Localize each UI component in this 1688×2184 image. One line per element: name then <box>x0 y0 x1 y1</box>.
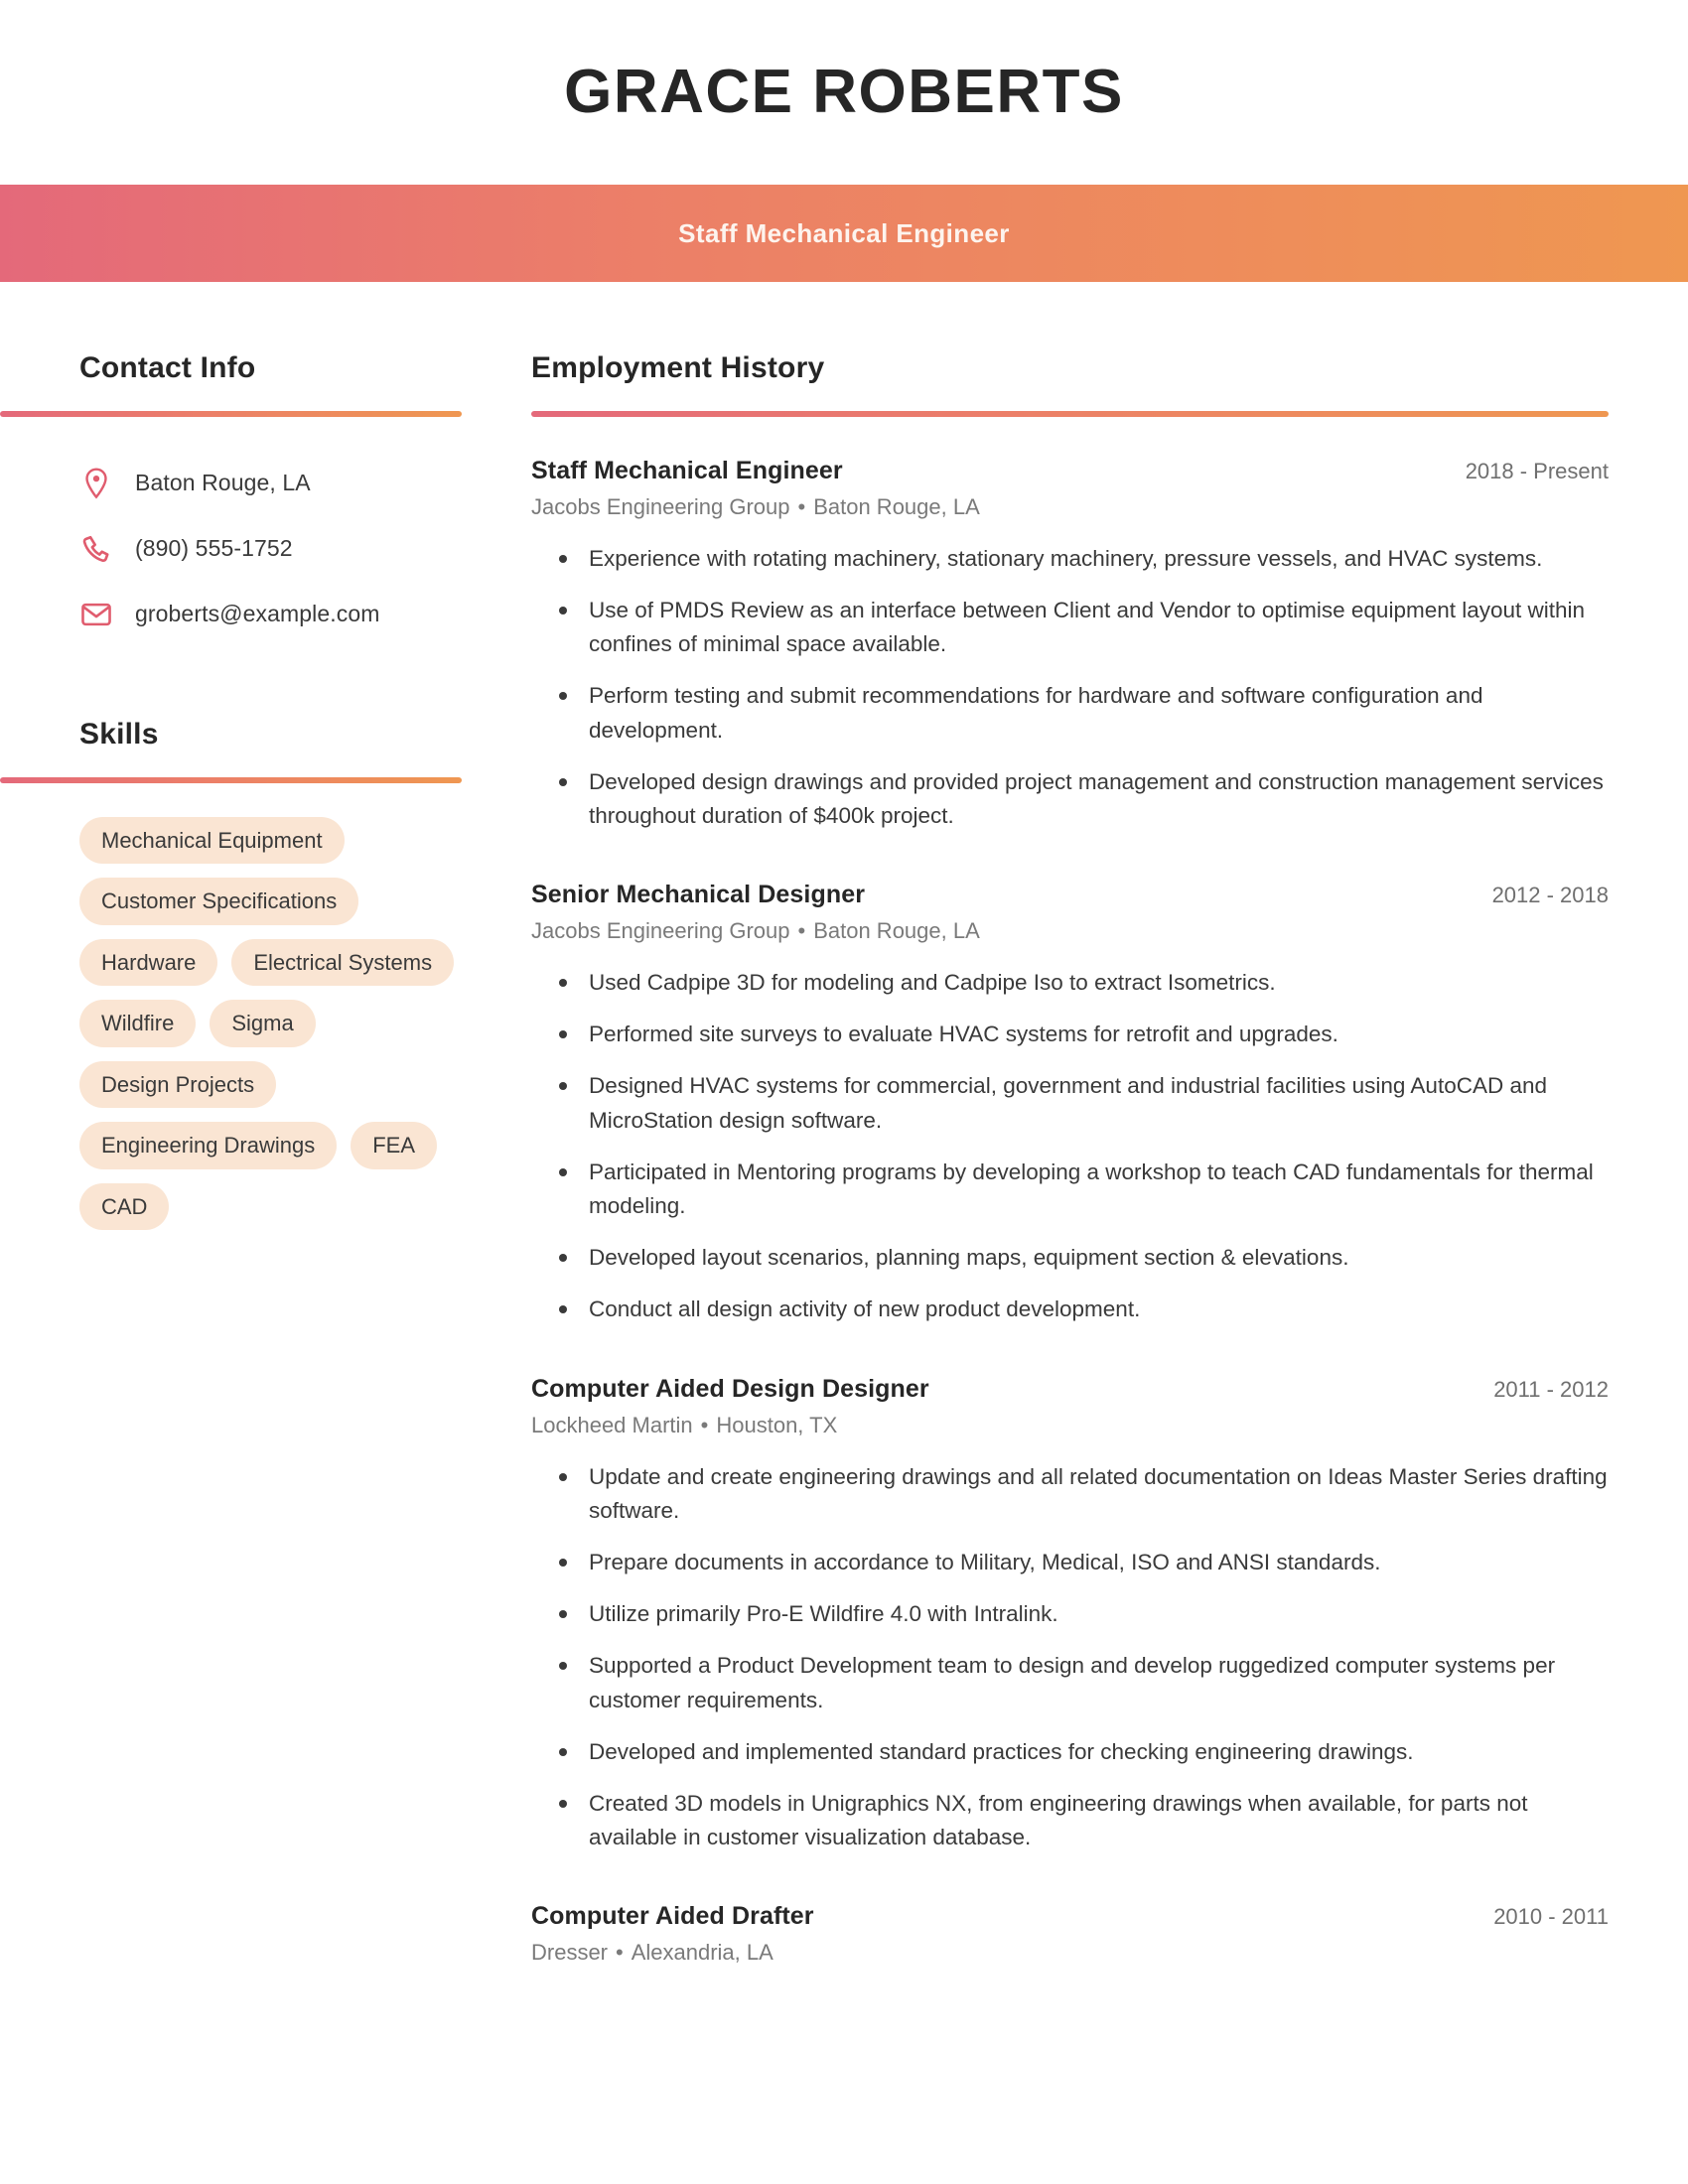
job-header: Computer Aided Drafter 2010 - 2011 <box>531 1902 1609 1931</box>
phone-icon <box>79 532 113 566</box>
skills-heading: Skills <box>79 717 159 751</box>
job-bullet: Perform testing and submit recommendatio… <box>531 679 1609 747</box>
job-entry: Staff Mechanical Engineer 2018 - Present J… <box>531 457 1609 833</box>
skills-chip-list: Mechanical Equipment Customer Specificati… <box>79 816 477 1231</box>
contact-info-divider <box>0 410 462 417</box>
skill-chip: Customer Specifications <box>79 878 359 925</box>
job-separator-dot: • <box>616 1940 624 1966</box>
skill-chip: CAD <box>79 1182 170 1231</box>
job-title: Staff Mechanical Engineer <box>531 456 843 484</box>
job-bullet: Created 3D models in Unigraphics NX, fro… <box>531 1787 1609 1854</box>
skill-chip: Hardware <box>79 938 218 987</box>
job-entry: Senior Mechanical Designer 2012 - 2018 Jac… <box>531 881 1609 1327</box>
job-location: Baton Rouge, LA <box>813 918 980 944</box>
resume-body: Contact Info Baton Rouge, LA (890) 555-1… <box>0 282 1688 2005</box>
employment-history-divider <box>531 410 1609 417</box>
job-company: Lockheed Martin <box>531 1412 693 1437</box>
job-title: Computer Aided Design Designer <box>531 1374 929 1403</box>
job-bullet-list: Update and create engineering drawings a… <box>531 1460 1609 1855</box>
skill-chip: Engineering Drawings <box>79 1122 338 1169</box>
location-pin-icon <box>79 467 113 500</box>
job-bullet: Use of PMDS Review as an interface betwe… <box>531 594 1609 661</box>
envelope-icon <box>79 598 113 631</box>
job-bullet-list: Used Cadpipe 3D for modeling and Cadpipe… <box>531 966 1609 1327</box>
job-bullet: Developed layout scenarios, planning map… <box>531 1241 1609 1275</box>
job-bullet: Designed HVAC systems for commercial, go… <box>531 1069 1609 1137</box>
skill-chip: Mechanical Equipment <box>79 816 345 865</box>
job-header: Computer Aided Design Designer 2011 - 201… <box>531 1375 1609 1404</box>
job-entry: Computer Aided Drafter 2010 - 2011 Dresser… <box>531 1902 1609 1966</box>
job-location: Alexandria, LA <box>631 1940 774 1966</box>
contact-email-text: groberts@example.com <box>135 601 380 627</box>
job-dates: 2018 - Present <box>1465 458 1609 483</box>
job-bullet: Developed design drawings and provided p… <box>531 765 1609 833</box>
contact-phone-text: (890) 555-1752 <box>135 535 293 562</box>
job-company: Dresser <box>531 1940 609 1966</box>
employment-history-heading: Employment History <box>531 350 825 384</box>
job-header: Senior Mechanical Designer 2012 - 2018 <box>531 881 1609 909</box>
job-location: Houston, TX <box>716 1412 838 1437</box>
job-title-subtitle: Staff Mechanical Engineer <box>678 217 1010 248</box>
skill-chip: Wildfire <box>79 1000 197 1047</box>
job-dates: 2012 - 2018 <box>1491 883 1609 908</box>
job-company-location: Dresser • Alexandria, LA <box>531 1940 1609 1966</box>
employment-history-section: Employment History Staff Mechanical Engi… <box>467 326 1688 2005</box>
page-title: GRACE ROBERTS <box>564 58 1124 126</box>
job-bullet: Experience with rotating machinery, stat… <box>531 542 1609 576</box>
job-spacer <box>531 851 1609 881</box>
job-bullet: Performed site surveys to evaluate HVAC … <box>531 1018 1609 1051</box>
job-spacer <box>531 1345 1609 1375</box>
job-separator-dot: • <box>700 1412 709 1437</box>
job-title: Senior Mechanical Designer <box>531 881 866 909</box>
job-company-location: Jacobs Engineering Group • Baton Rouge, LA <box>531 494 1609 520</box>
contact-location-text: Baton Rouge, LA <box>135 470 311 496</box>
job-bullet: Prepare documents in accordance to Milit… <box>531 1546 1609 1579</box>
skill-chip: Design Projects <box>79 1060 277 1109</box>
job-bullet: Developed and implemented standard pract… <box>531 1735 1609 1769</box>
job-separator-dot: • <box>797 493 806 519</box>
job-list: Staff Mechanical Engineer 2018 - Present J… <box>531 457 1609 2006</box>
job-bullet: Supported a Product Development team to … <box>531 1649 1609 1716</box>
job-header: Staff Mechanical Engineer 2018 - Present <box>531 457 1609 485</box>
skill-chip: Electrical Systems <box>231 938 455 987</box>
job-bullet: Update and create engineering drawings a… <box>531 1460 1609 1528</box>
job-spacer <box>531 1976 1609 2005</box>
resume-header-name-band: GRACE ROBERTS <box>0 0 1688 185</box>
contact-info-heading: Contact Info <box>79 350 256 384</box>
job-entry: Computer Aided Design Designer 2011 - 201… <box>531 1375 1609 1855</box>
job-bullet-list: Experience with rotating machinery, stat… <box>531 542 1609 833</box>
contact-item-email: groberts@example.com <box>79 582 467 647</box>
skill-chip: FEA <box>351 1122 438 1169</box>
contact-list: Baton Rouge, LA (890) 555-1752 groberts@… <box>79 451 467 647</box>
contact-item-location: Baton Rouge, LA <box>79 451 467 516</box>
contact-info-section: Contact Info Baton Rouge, LA (890) 555-1… <box>0 350 467 647</box>
sidebar: Contact Info Baton Rouge, LA (890) 555-1… <box>0 326 467 1231</box>
job-company: Jacobs Engineering Group <box>531 918 790 944</box>
job-company: Jacobs Engineering Group <box>531 493 790 519</box>
job-company-location: Lockheed Martin • Houston, TX <box>531 1413 1609 1438</box>
job-bullet: Participated in Mentoring programs by de… <box>531 1156 1609 1223</box>
job-location: Baton Rouge, LA <box>813 493 980 519</box>
skill-chip: Sigma <box>210 1000 316 1047</box>
contact-item-phone: (890) 555-1752 <box>79 516 467 582</box>
skills-divider <box>0 776 462 783</box>
job-dates: 2011 - 2012 <box>1493 1376 1609 1402</box>
job-separator-dot: • <box>797 918 806 944</box>
job-title: Computer Aided Drafter <box>531 1902 814 1931</box>
job-dates: 2010 - 2011 <box>1493 1904 1609 1930</box>
job-bullet: Utilize primarily Pro-E Wildfire 4.0 wit… <box>531 1597 1609 1631</box>
job-spacer <box>531 1872 1609 1902</box>
job-company-location: Jacobs Engineering Group • Baton Rouge, LA <box>531 918 1609 944</box>
skills-section: Skills Mechanical Equipment Customer Spec… <box>0 717 467 1231</box>
resume-header-title-band: Staff Mechanical Engineer <box>0 185 1688 282</box>
job-bullet: Used Cadpipe 3D for modeling and Cadpipe… <box>531 966 1609 1000</box>
job-bullet: Conduct all design activity of new produ… <box>531 1293 1609 1326</box>
